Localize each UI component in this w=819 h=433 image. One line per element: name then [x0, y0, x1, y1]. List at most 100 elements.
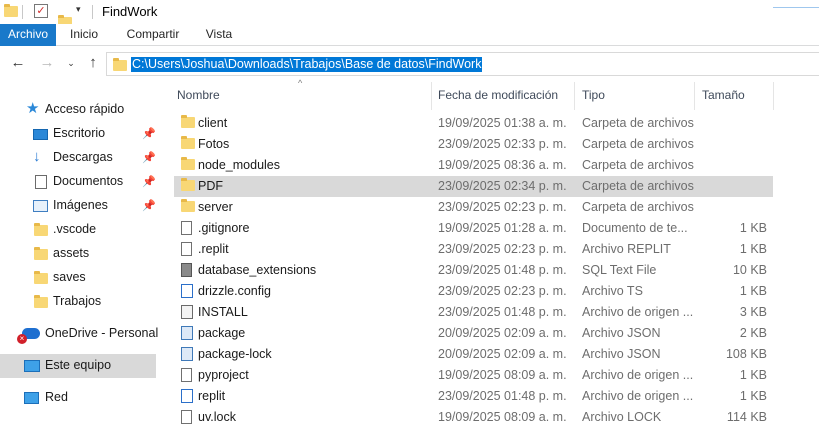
tab-vista[interactable]: Vista: [200, 24, 238, 46]
back-arrow-icon[interactable]: ←: [9, 54, 27, 72]
folder-icon: [181, 115, 195, 128]
sidebar-item-quick-access[interactable]: ★ Acceso rápido: [0, 98, 156, 122]
sidebar-item-label: Red: [45, 390, 68, 404]
table-row[interactable]: package-lock 20/09/2025 02:09 a. m. Arch…: [174, 344, 773, 365]
sidebar-item-onedrive[interactable]: × OneDrive - Personal: [0, 322, 158, 346]
folder-icon: [34, 223, 48, 236]
table-row[interactable]: database_extensions 23/09/2025 01:48 p. …: [174, 260, 773, 281]
table-row[interactable]: server 23/09/2025 02:23 p. m. Carpeta de…: [174, 197, 773, 218]
tab-archivo[interactable]: Archivo: [0, 24, 56, 46]
divider: [22, 5, 23, 19]
sidebar-item-label: Trabajos: [53, 294, 102, 308]
chevron-down-icon[interactable]: ▾: [76, 4, 81, 15]
column-divider[interactable]: [773, 82, 774, 110]
sidebar-item-label: Acceso rápido: [45, 102, 125, 116]
file-type: Archivo de origen ...: [582, 305, 694, 319]
file-date: 23/09/2025 02:23 p. m.: [438, 200, 567, 214]
sidebar-item-label: saves: [53, 270, 86, 284]
table-row[interactable]: PDF 23/09/2025 02:34 p. m. Carpeta de ar…: [174, 176, 773, 197]
up-arrow-icon[interactable]: ↑: [84, 54, 102, 72]
file-type: Archivo de origen ...: [582, 389, 694, 403]
ts-file-icon: [181, 284, 193, 298]
sidebar-item-saves[interactable]: saves: [0, 266, 156, 290]
table-row[interactable]: replit 23/09/2025 01:48 p. m. Archivo de…: [174, 386, 773, 407]
table-row[interactable]: Fotos 23/09/2025 02:33 p. m. Carpeta de …: [174, 134, 773, 155]
folder-icon: [181, 199, 195, 212]
file-name: server: [198, 200, 233, 214]
folder-icon: [34, 247, 48, 260]
sidebar-item-label: .vscode: [53, 222, 97, 236]
file-date: 23/09/2025 02:34 p. m.: [438, 179, 567, 193]
file-date: 20/09/2025 02:09 a. m.: [438, 347, 567, 361]
address-path[interactable]: C:\Users\Joshua\Downloads\Trabajos\Base …: [131, 57, 483, 72]
file-size: 10 KB: [732, 263, 767, 277]
file-type: Archivo TS: [582, 284, 643, 298]
tab-compartir[interactable]: Compartir: [120, 24, 186, 46]
sidebar-item-red[interactable]: Red: [0, 386, 156, 410]
pin-icon: 📌: [142, 152, 156, 164]
tab-inicio[interactable]: Inicio: [64, 24, 104, 46]
table-row[interactable]: drizzle.config 23/09/2025 02:23 p. m. Ar…: [174, 281, 773, 302]
network-icon: [24, 392, 39, 404]
file-name: package: [198, 326, 246, 340]
file-type: Archivo LOCK: [582, 410, 662, 424]
address-bar[interactable]: C:\Users\Joshua\Downloads\Trabajos\Base …: [106, 52, 819, 76]
pictures-icon: [33, 200, 48, 212]
table-row[interactable]: uv.lock 19/09/2025 08:09 a. m. Archivo L…: [174, 407, 773, 428]
folder-icon: [181, 157, 195, 170]
file-date: 19/09/2025 08:09 a. m.: [438, 368, 567, 382]
file-date: 19/09/2025 01:38 a. m.: [438, 116, 567, 130]
sidebar-item-label: Este equipo: [45, 358, 112, 372]
sidebar-item-este-equipo[interactable]: Este equipo: [0, 354, 156, 378]
file-name: replit: [198, 389, 226, 403]
file-type: Carpeta de archivos: [582, 116, 694, 130]
file-date: 23/09/2025 02:23 p. m.: [438, 284, 567, 298]
table-row[interactable]: package 20/09/2025 02:09 a. m. Archivo J…: [174, 323, 773, 344]
minimize-button[interactable]: [773, 0, 819, 8]
file-size: 114 KB: [726, 410, 767, 424]
file-size: 2 KB: [739, 326, 767, 340]
table-row[interactable]: client 19/09/2025 01:38 a. m. Carpeta de…: [174, 113, 773, 134]
properties-icon[interactable]: ✓: [34, 4, 48, 18]
sidebar-item-documentos[interactable]: Documentos 📌: [0, 170, 156, 194]
file-date: 20/09/2025 02:09 a. m.: [438, 326, 567, 340]
sidebar-item-escritorio[interactable]: Escritorio 📌: [0, 122, 156, 146]
navigation-bar: ← → ⌄ ↑ C:\Users\Joshua\Downloads\Trabaj…: [0, 46, 819, 82]
column-header-name[interactable]: Nombre: [177, 88, 220, 102]
column-header-size[interactable]: Tamaño: [702, 88, 745, 102]
navigation-pane: ★ Acceso rápido Escritorio 📌 ↓ Descargas…: [0, 82, 160, 433]
file-date: 19/09/2025 01:28 a. m.: [438, 221, 567, 235]
json-file-icon: [181, 347, 193, 361]
table-row[interactable]: INSTALL 23/09/2025 01:48 p. m. Archivo d…: [174, 302, 773, 323]
sidebar-item-descargas[interactable]: ↓ Descargas 📌: [0, 146, 156, 170]
sidebar-item-assets[interactable]: assets: [0, 242, 156, 266]
file-icon: [181, 368, 192, 382]
forward-arrow-icon[interactable]: →: [38, 54, 56, 72]
sidebar-item-imagenes[interactable]: Imágenes 📌: [0, 194, 156, 218]
sidebar-item-label: assets: [53, 246, 90, 260]
column-divider[interactable]: [574, 82, 575, 110]
table-row[interactable]: node_modules 19/09/2025 08:36 a. m. Carp…: [174, 155, 773, 176]
computer-icon: [24, 360, 40, 372]
column-divider[interactable]: [431, 82, 432, 110]
column-header-type[interactable]: Tipo: [582, 88, 605, 102]
documents-icon: [35, 175, 47, 189]
table-row[interactable]: pyproject 19/09/2025 08:09 a. m. Archivo…: [174, 365, 773, 386]
column-header-date[interactable]: Fecha de modificación: [438, 88, 558, 102]
ribbon-tabs: Archivo Inicio Compartir Vista: [0, 24, 819, 46]
table-row[interactable]: .gitignore 19/09/2025 01:28 a. m. Docume…: [174, 218, 773, 239]
file-icon: [181, 242, 192, 256]
file-icon: [181, 410, 192, 424]
sidebar-item-trabajos[interactable]: Trabajos: [0, 290, 156, 314]
text-file-icon: [181, 221, 192, 235]
star-icon: ★: [26, 100, 40, 117]
sidebar-item-vscode[interactable]: .vscode: [0, 218, 156, 242]
table-row[interactable]: .replit 23/09/2025 02:23 p. m. Archivo R…: [174, 239, 773, 260]
file-type: Archivo JSON: [582, 347, 661, 361]
column-divider[interactable]: [694, 82, 695, 110]
file-date: 23/09/2025 02:23 p. m.: [438, 242, 567, 256]
folder-icon: [113, 58, 127, 71]
recent-locations-chevron-icon[interactable]: ⌄: [62, 54, 80, 72]
file-type: Archivo REPLIT: [582, 242, 671, 256]
file-size: 3 KB: [739, 305, 767, 319]
